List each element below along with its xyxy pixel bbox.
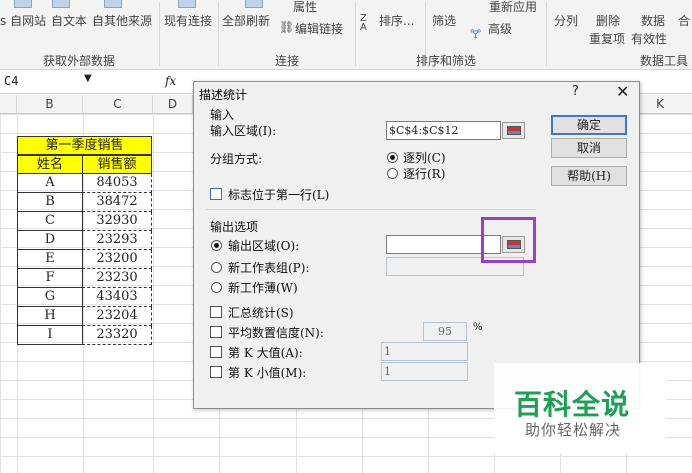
by-column-label: 逐列(C) (403, 151, 446, 165)
text-icon (52, 0, 70, 8)
ribbon: s 自网站 自文本 自其他来源 现有连接 全部刷新 属性 ⛓ 编辑链接 ZA 排… (0, 0, 692, 70)
input-range-field[interactable]: $C$4:$C$12 (386, 121, 501, 140)
labels-first-row-checkbox[interactable] (210, 188, 222, 200)
table-cell-sales[interactable]: 23204 (82, 307, 152, 326)
confidence-checkbox[interactable] (210, 326, 222, 338)
filter-button[interactable]: 筛选 (432, 12, 456, 29)
new-workbook-radio[interactable] (211, 282, 222, 293)
kth-smallest-field[interactable]: 1 (381, 362, 468, 381)
kth-smallest-label: 第 K 小值(M): (228, 366, 307, 380)
col-D[interactable]: D (153, 95, 193, 114)
existing-connection-icon (178, 0, 196, 8)
kth-largest-checkbox[interactable] (210, 346, 222, 358)
properties-button[interactable]: 属性 (293, 0, 317, 15)
advanced-filter-icon: 🝖 (470, 27, 482, 41)
col-C[interactable]: C (83, 95, 153, 114)
output-range-radio[interactable] (211, 240, 222, 251)
new-sheet-label: 新工作表组(P): (228, 261, 310, 275)
table-title[interactable]: 第一季度销售 (17, 136, 152, 155)
table-cell-name[interactable]: C (17, 212, 83, 231)
confidence-field[interactable]: 95 (423, 322, 467, 341)
existing-connections-button[interactable]: 现有连接 (164, 12, 212, 29)
help-button[interactable]: 帮助(H) (551, 166, 627, 186)
by-row-radio[interactable] (387, 168, 398, 179)
kth-largest-field[interactable]: 1 (381, 342, 468, 361)
header-sales[interactable]: 销售额 (82, 155, 152, 174)
table-cell-sales[interactable]: 32930 (82, 212, 152, 231)
sort-az-icon: ZA (360, 13, 367, 33)
data-validation-label2: 有效性 (631, 32, 668, 46)
watermark: 百科全说 助你轻松解决 (494, 363, 666, 453)
highlight-box (481, 217, 536, 263)
table-cell-sales[interactable]: 23200 (82, 250, 152, 269)
close-icon[interactable]: ✕ (616, 82, 629, 101)
watermark-sub: 助你轻松解决 (525, 421, 622, 439)
help-icon[interactable]: ? (572, 84, 579, 99)
from-other-button[interactable]: 自其他来源 (92, 12, 152, 29)
kth-smallest-checkbox[interactable] (210, 366, 222, 378)
refresh-icon (245, 0, 263, 8)
advanced-button[interactable]: 高级 (488, 20, 512, 37)
sort-button[interactable]: 排序... (379, 12, 414, 29)
table-cell-name[interactable]: G (17, 288, 83, 307)
web-icon (14, 0, 32, 8)
group-data-tools: 数据工具 (640, 54, 689, 68)
group-by-label: 分组方式: (210, 152, 263, 166)
consolidate-button[interactable]: 合 (678, 12, 690, 29)
header-name[interactable]: 姓名 (17, 155, 83, 174)
descriptive-statistics-dialog: 描述统计 ? ✕ 输入 输入区域(I): $C$4:$C$12 分组方式: 逐列… (193, 81, 640, 409)
table-cell-name[interactable]: D (17, 231, 83, 250)
chevron-down-icon[interactable]: ▼ (84, 73, 92, 84)
dialog-title: 描述统计 (199, 88, 248, 102)
percent-label: % (473, 322, 483, 333)
summary-stats-checkbox[interactable] (210, 306, 222, 318)
new-workbook-label: 新工作薄(W) (228, 281, 298, 295)
fx-icon[interactable]: fx (165, 74, 176, 88)
group-get-external-data: 获取外部数据 (43, 54, 116, 68)
new-sheet-radio[interactable] (211, 262, 222, 273)
table-cell-sales[interactable]: 84053 (82, 174, 152, 193)
labels-first-row-label: 标志位于第一行(L) (228, 188, 330, 202)
summary-stats-label: 汇总统计(S) (228, 306, 294, 320)
name-box[interactable]: C4 (2, 74, 94, 92)
remove-duplicates-label2: 重复项 (589, 32, 626, 46)
table-cell-sales[interactable]: 23230 (82, 269, 152, 288)
other-source-icon (104, 0, 122, 8)
table-cell-name[interactable]: H (17, 307, 83, 326)
by-row-label: 逐行(R) (403, 167, 446, 181)
col-B[interactable]: B (17, 95, 83, 114)
data-validation-button[interactable]: 数据 (641, 12, 665, 29)
remove-duplicates-button[interactable]: 删除 (596, 12, 620, 29)
edit-links-button[interactable]: 编辑链接 (295, 20, 343, 37)
cancel-button[interactable]: 取消 (551, 138, 627, 158)
refresh-all-button[interactable]: 全部刷新 (222, 12, 270, 29)
link-icon: ⛓ (279, 20, 295, 34)
reapply-button[interactable]: 重新应用 (489, 0, 537, 15)
text-to-columns-button[interactable]: 分列 (554, 12, 578, 29)
group-connections: 连接 (275, 54, 300, 68)
table-cell-name[interactable]: E (17, 250, 83, 269)
table-cell-sales[interactable]: 43403 (82, 288, 152, 307)
range-select-icon[interactable] (502, 122, 525, 139)
table-cell-sales[interactable]: 38472 (82, 193, 152, 212)
from-web-button[interactable]: s 自网站 (0, 12, 46, 29)
table-cell-name[interactable]: F (17, 269, 83, 288)
table-cell-sales[interactable]: 23320 (82, 326, 152, 345)
table-cell-name[interactable]: B (17, 193, 83, 212)
input-section-label: 输入 (210, 108, 235, 122)
group-sort-filter: 排序和筛选 (416, 54, 477, 68)
watermark-main: 百科全说 (514, 388, 631, 421)
table-cell-name[interactable]: A (17, 174, 83, 193)
by-column-radio[interactable] (387, 152, 398, 163)
input-range-label: 输入区域(I): (210, 124, 277, 138)
confidence-label: 平均数置信度(N): (228, 326, 324, 340)
table-cell-name[interactable]: I (17, 326, 83, 345)
col-K[interactable]: K (640, 95, 680, 114)
ok-button[interactable]: 确定 (551, 115, 627, 135)
kth-largest-label: 第 K 大值(A): (228, 346, 303, 360)
output-section-label: 输出选项 (210, 220, 259, 234)
output-range-label: 输出区域(O): (228, 239, 300, 253)
from-text-button[interactable]: 自文本 (51, 12, 87, 29)
table-cell-sales[interactable]: 23293 (82, 231, 152, 250)
